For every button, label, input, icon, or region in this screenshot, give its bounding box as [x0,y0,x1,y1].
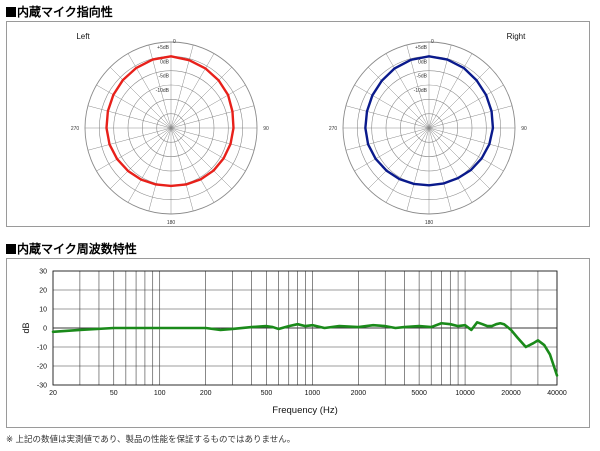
freq-x-tick-label: 5000 [411,390,427,397]
polar-grid-spoke [385,127,430,203]
polar-grid-spoke [170,84,246,129]
polar-ring-label: -10dB [156,88,170,94]
freq-y-tick-label: 20 [39,288,47,295]
frequency-heading-text: 内蔵マイク周波数特性 [17,242,137,256]
frequency-section-heading: 内蔵マイク周波数特性 [6,240,137,257]
polar-grid-spoke [170,127,215,203]
polar-heading-text: 内蔵マイク指向性 [17,5,113,19]
polar-angle-label: 270 [329,126,338,132]
polar-chart-title: Right [507,32,526,41]
polar-ring-label: -5dB [158,74,169,80]
freq-x-axis-label: Frequency (Hz) [272,405,337,416]
polar-ring-label: 0dB [160,59,170,65]
freq-x-tick-label: 40000 [547,390,567,397]
polar-response-curve [105,55,235,188]
freq-x-tick-label: 2000 [351,390,367,397]
polar-charts-svg: +5dB 0dB -5dB -10dB 0 90 180 270 Left +5dB 0dB -5d… [71,32,527,226]
polar-angle-label: 180 [167,220,176,226]
freq-x-tick-label: 20 [49,390,57,397]
polar-angle-label: 180 [425,220,434,226]
polar-grid-spoke [170,127,246,172]
freq-x-tick-label: 10000 [455,390,475,397]
freq-y-tick-label: -10 [37,345,47,352]
footnote: ※ 上記の数値は実測値であり、製品の性能を保証するものではありません。 [6,434,296,444]
freq-x-tick-label: 200 [200,390,212,397]
polar-ring-label: +5dB [157,45,169,51]
freq-y-axis-label: dB [21,322,31,333]
freq-x-tick-label: 50 [110,390,118,397]
freq-response-line [51,321,559,377]
polar-charts-panel: +5dB 0dB -5dB -10dB 0 90 180 270 Left +5dB 0dB -5d… [6,21,590,227]
freq-y-tick-label: -20 [37,364,47,371]
freq-x-tick-label: 1000 [305,390,321,397]
polar-grid-spoke [428,67,490,129]
frequency-response-panel: 30 20 10 0 -10 -20 -30 20 50 100 200 500 1000 2000 500… [6,258,590,428]
polar-ring-label: 0dB [418,59,428,65]
freq-x-tick-label: 100 [154,390,166,397]
freq-y-tick-label: 10 [39,307,47,314]
freq-y-tick-label: 0 [43,326,47,333]
polar-ring-label: -10dB [414,88,428,94]
polar-angle-label: 90 [521,126,527,132]
polar-ring-label: +5dB [415,45,427,51]
polar-grid-spoke [127,127,172,203]
freq-x-tick-label: 500 [261,390,273,397]
polar-grid-spoke [428,127,473,203]
polar-section-heading: 内蔵マイク指向性 [6,3,113,20]
square-bullet-icon [6,244,16,254]
square-bullet-icon [6,7,16,17]
polar-grid-spoke [428,53,473,129]
polar-chart-left: +5dB 0dB -5dB -10dB 0 90 180 270 Left [71,32,269,226]
polar-angle-label: 90 [263,126,269,132]
polar-angle-label: 0 [173,39,176,45]
polar-grid-spoke [170,53,215,129]
polar-grid-spoke [170,67,232,129]
polar-chart-right: +5dB 0dB -5dB -10dB 0 90 180 270 Right [329,32,527,226]
polar-chart-title: Left [76,32,90,41]
polar-ring-label: -5dB [416,74,427,80]
freq-y-tick-label: 30 [39,269,47,276]
polar-angle-label: 0 [431,39,434,45]
freq-y-tick-label: -30 [37,383,47,390]
polar-angle-label: 270 [71,126,80,132]
frequency-response-chart: 3020100-10-20-3020 50 100 200 500 1000 2000 500… [21,269,567,417]
freq-x-tick-label: 20000 [501,390,521,397]
